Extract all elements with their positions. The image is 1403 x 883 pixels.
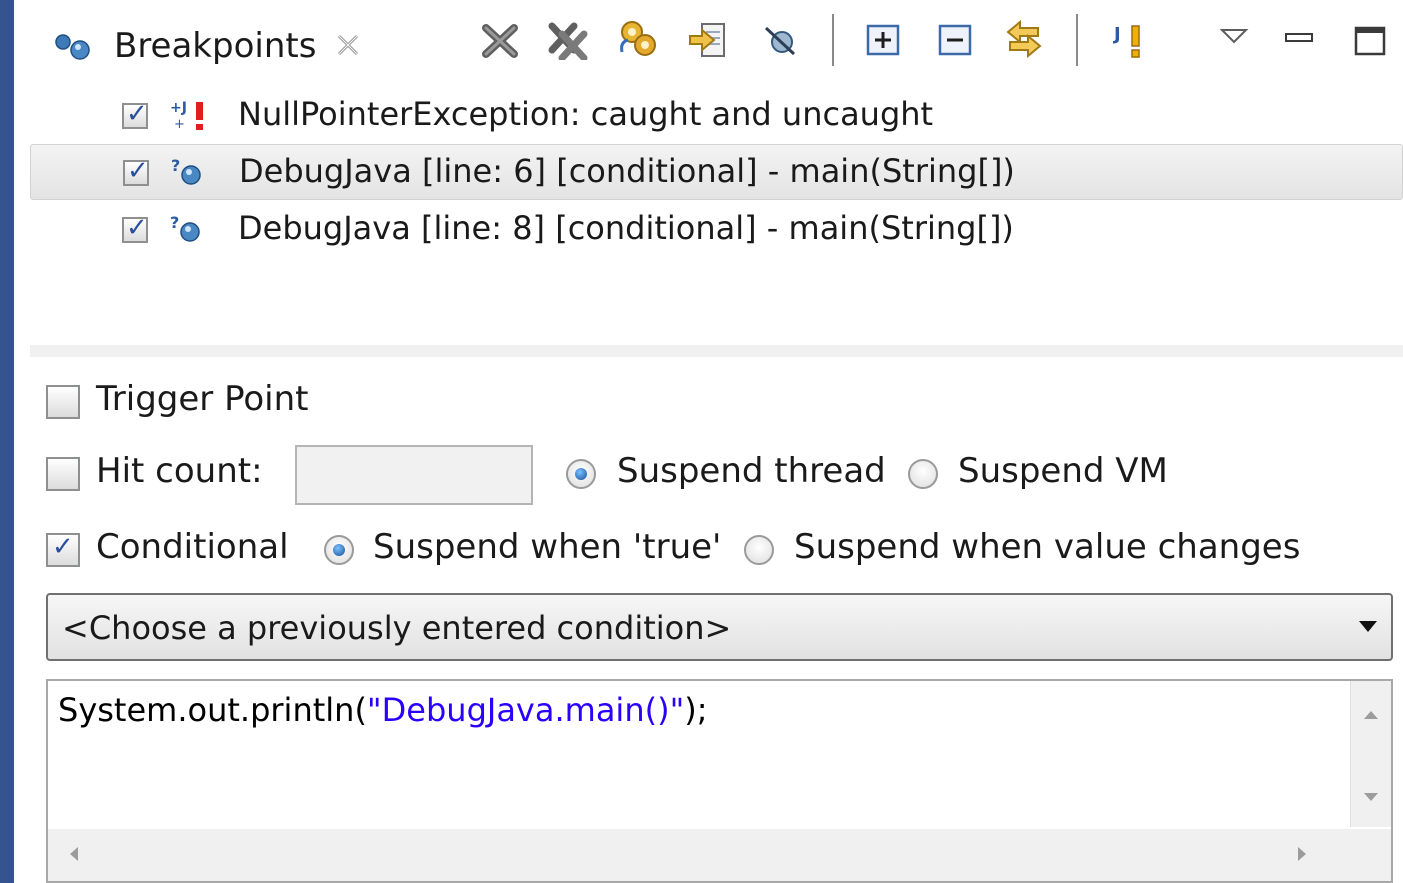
go-to-file-icon[interactable] xyxy=(688,20,728,60)
remove-selected-icon[interactable] xyxy=(480,20,520,60)
breakpoint-enabled-checkbox[interactable]: ✓ xyxy=(122,99,148,129)
trigger-point-label: Trigger Point xyxy=(96,379,309,419)
view-menu-icon[interactable] xyxy=(1214,18,1254,58)
link-arrows-icon[interactable] xyxy=(1004,18,1044,58)
breakpoint-row[interactable]: ✓ +J + NullPointerException: caught and … xyxy=(30,88,1403,142)
svg-text:?: ? xyxy=(170,213,179,232)
breakpoint-label: NullPointerException: caught and uncaugh… xyxy=(238,95,934,133)
breakpoint-detail-pane: Trigger Point Hit count: Suspend thread … xyxy=(14,357,1403,883)
expand-all-icon[interactable] xyxy=(864,20,904,60)
breakpoint-enabled-checkbox[interactable]: ✓ xyxy=(122,213,148,243)
condition-editor[interactable]: System.out.println("DebugJava.main()"); xyxy=(46,679,1393,883)
condition-history-combo[interactable]: <Choose a previously entered condition> xyxy=(46,593,1393,661)
breakpoint-label: DebugJava [line: 8] [conditional] - main… xyxy=(238,209,1014,247)
checkmark-icon: ✓ xyxy=(127,156,149,186)
svg-text:+: + xyxy=(174,117,185,132)
toolbar-separator xyxy=(832,14,834,66)
breakpoint-row[interactable]: ✓ ? DebugJava [line: 8] [conditional] - … xyxy=(30,202,1403,256)
suspend-when-changes-label: Suspend when value changes xyxy=(794,527,1301,567)
scroll-down-arrow-icon[interactable] xyxy=(1364,793,1378,801)
minimize-icon[interactable] xyxy=(1280,20,1320,60)
hit-count-label: Hit count: xyxy=(96,451,263,491)
checkmark-icon: ✓ xyxy=(52,532,74,562)
dropdown-arrow-icon[interactable] xyxy=(1359,621,1377,632)
trigger-point-checkbox[interactable] xyxy=(46,385,80,419)
hit-count-input[interactable] xyxy=(295,445,533,505)
toolbar-separator xyxy=(1076,14,1078,66)
workbench-side-strip xyxy=(0,0,14,883)
maximize-icon[interactable] xyxy=(1350,20,1390,60)
checkmark-icon: ✓ xyxy=(126,99,148,129)
checkmark-icon: ✓ xyxy=(126,213,148,243)
scroll-up-arrow-icon[interactable] xyxy=(1364,711,1378,719)
horizontal-scrollbar[interactable] xyxy=(48,829,1391,881)
code-string-literal: "DebugJava.main()" xyxy=(366,691,685,729)
collapse-all-icon[interactable] xyxy=(936,20,976,60)
exception-breakpoint-icon: +J + xyxy=(170,100,203,132)
suspend-thread-label: Suspend thread xyxy=(617,451,886,491)
suspend-vm-label: Suspend VM xyxy=(958,451,1168,491)
breakpoints-view-icon xyxy=(55,34,90,60)
exception-breakpoint-icon[interactable]: J xyxy=(1112,20,1152,60)
radio-selected-dot xyxy=(333,544,345,556)
suspend-when-true-radio[interactable] xyxy=(324,535,354,565)
conditional-breakpoint-icon: ? xyxy=(171,156,201,185)
breakpoints-list: ✓ +J + NullPointerException: caught and … xyxy=(14,80,1403,345)
breakpoint-label: DebugJava [line: 6] [conditional] - main… xyxy=(239,152,1015,190)
svg-text:+J: +J xyxy=(170,100,187,116)
scroll-left-arrow-icon[interactable] xyxy=(70,847,78,861)
conditional-label: Conditional xyxy=(96,527,289,567)
suspend-when-true-label: Suspend when 'true' xyxy=(373,527,722,567)
vertical-scrollbar[interactable] xyxy=(1350,681,1391,827)
condition-history-value: <Choose a previously entered condition> xyxy=(62,609,732,647)
pane-divider[interactable] xyxy=(30,345,1403,357)
hit-count-checkbox[interactable] xyxy=(46,457,80,491)
radio-selected-dot xyxy=(575,468,587,480)
gears-icon[interactable] xyxy=(618,18,658,58)
breakpoint-row-selected[interactable]: ✓ ? DebugJava [line: 6] [conditional] - … xyxy=(30,144,1403,200)
code-prefix: System.out.println( xyxy=(58,691,367,729)
close-icon[interactable] xyxy=(335,32,361,58)
breakpoint-enabled-checkbox[interactable]: ✓ xyxy=(123,156,149,186)
skip-breakpoints-icon[interactable] xyxy=(760,20,800,60)
tab-breakpoints[interactable]: Breakpoints xyxy=(30,6,390,80)
remove-all-icon[interactable] xyxy=(548,20,588,60)
condition-code[interactable]: System.out.println("DebugJava.main()"); xyxy=(58,691,708,729)
conditional-checkbox[interactable]: ✓ xyxy=(46,532,80,567)
view-toolbar: Breakpoints J xyxy=(14,0,1403,80)
tab-label: Breakpoints xyxy=(114,26,317,66)
svg-text:?: ? xyxy=(171,156,180,175)
suspend-thread-radio[interactable] xyxy=(566,459,596,489)
svg-text:J: J xyxy=(1112,24,1121,45)
code-suffix: ); xyxy=(684,691,708,729)
suspend-when-changes-radio[interactable] xyxy=(744,535,774,565)
scroll-right-arrow-icon[interactable] xyxy=(1298,847,1306,861)
suspend-vm-radio[interactable] xyxy=(908,459,938,489)
conditional-breakpoint-icon: ? xyxy=(170,213,200,242)
